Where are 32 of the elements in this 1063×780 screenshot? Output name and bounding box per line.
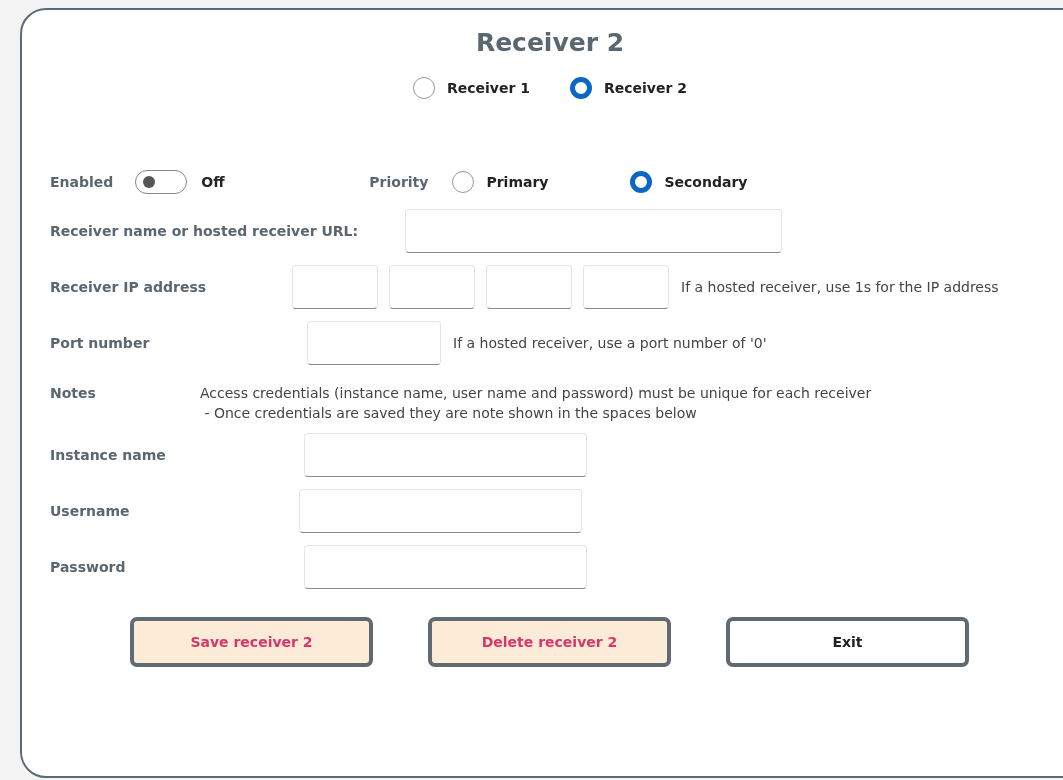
hint-text: If a hosted receiver, use 1s for the IP address (681, 279, 999, 295)
note-text: - Once credentials are saved they are note shown in the spaces below (203, 405, 698, 421)
enabled-label: Enabled (50, 174, 114, 190)
input-field[interactable] (299, 489, 582, 533)
field-label: Port number (50, 335, 151, 351)
field-label: Instance name (50, 447, 167, 463)
input-field[interactable] (304, 433, 587, 477)
field-label: Receiver name or hosted receiver URL: (50, 223, 360, 239)
dialog-title: Receiver 2 (474, 28, 626, 57)
radio-option[interactable]: Primary (452, 171, 549, 193)
input-field[interactable] (292, 265, 378, 309)
toggle-switch[interactable] (135, 170, 188, 194)
radio-option[interactable]: Secondary (630, 171, 748, 193)
input-field[interactable] (583, 265, 669, 309)
input-field[interactable] (307, 321, 441, 365)
action-button[interactable]: Delete receiver 2 (428, 617, 671, 667)
input-field[interactable] (389, 265, 475, 309)
radio-option[interactable]: Receiver 1 (413, 77, 530, 99)
note-text: Access credentials (instance name, user name and password) must be unique for each receiver (200, 385, 872, 401)
priority-label: Priority (369, 174, 429, 190)
input-field[interactable] (486, 265, 572, 309)
field-label: Password (50, 559, 127, 575)
action-button[interactable]: Save receiver 2 (130, 617, 373, 667)
field-label: Receiver IP address (50, 279, 208, 295)
input-field[interactable] (405, 209, 782, 253)
field-label: Username (50, 503, 131, 519)
field-label: Notes (50, 385, 97, 401)
exit-button[interactable]: Exit (726, 617, 969, 667)
hint-text: If a hosted receiver, use a port number of '0' (453, 335, 767, 351)
password-field[interactable] (304, 545, 587, 589)
radio-option[interactable]: Receiver 2 (570, 77, 687, 99)
toggle-state-text: Off (201, 174, 226, 190)
